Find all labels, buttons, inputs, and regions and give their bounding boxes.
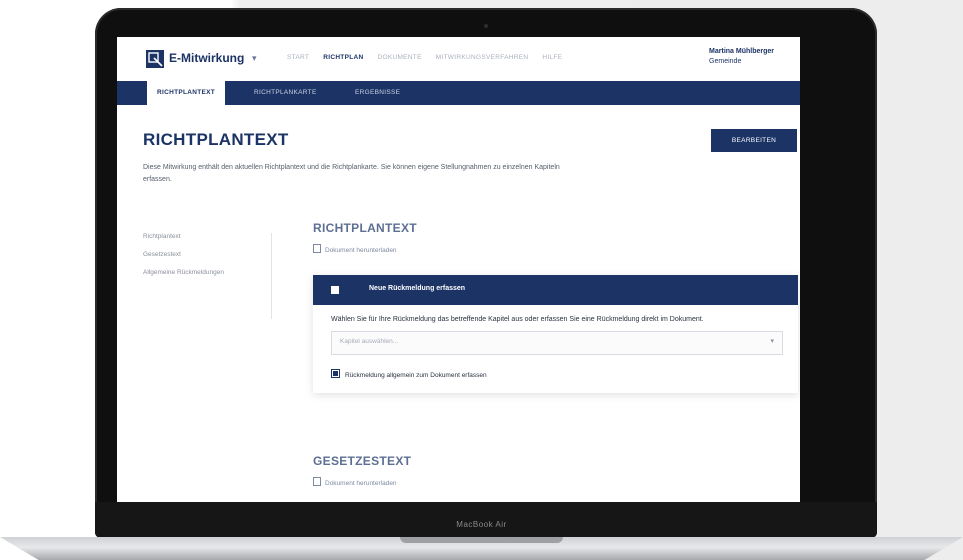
feedback-card: Neue Rückmeldung erfassen Wählen Sie für… [313, 275, 798, 393]
logo-icon[interactable] [146, 50, 164, 68]
general-feedback-checkbox[interactable]: Rückmeldung allgemein zum Dokument erfas… [331, 369, 487, 379]
document-icon [313, 477, 321, 486]
tab-richtplankarte[interactable]: RICHTPLANKARTE [254, 81, 317, 105]
download-link-richtplantext[interactable]: Dokument herunterladen [313, 244, 397, 254]
top-header: E-Mitwirkung ▾ START RICHTPLAN DOKUMENTE… [117, 37, 800, 81]
section-title-richtplantext: RICHTPLANTEXT [313, 221, 417, 235]
download-link-label: Dokument herunterladen [325, 247, 397, 254]
square-icon [331, 286, 339, 294]
intro-text: Diese Mitwirkung enthält den aktuellen R… [143, 164, 560, 183]
download-link-label: Dokument herunterladen [325, 480, 397, 487]
sidenav-item-richtplantext[interactable]: Richtplantext [143, 233, 271, 240]
camera-dot [484, 24, 488, 28]
tab-richtplantext[interactable]: RICHTPLANTEXT [147, 81, 226, 105]
user-menu[interactable]: Martina Mühlberger Gemeinde [709, 47, 774, 67]
sidenav-item-gesetzestext[interactable]: Gesetzestext [143, 251, 271, 258]
page-title: RICHTPLANTEXT [143, 130, 289, 149]
chevron-down-icon: ▾ [770, 338, 774, 345]
user-role: Gemeinde [709, 58, 742, 65]
nav-start[interactable]: START [287, 54, 309, 61]
side-navigation: Richtplantext Gesetzestext Allgemeine Rü… [143, 233, 272, 319]
app-logo-text[interactable]: E-Mitwirkung [169, 51, 244, 65]
sub-navigation: RICHTPLANTEXT RICHTPLANKARTE ERGEBNISSE [117, 81, 800, 105]
main-nav: START RICHTPLAN DOKUMENTE MITWIRKUNGSVER… [287, 54, 562, 61]
app-screen: E-Mitwirkung ▾ START RICHTPLAN DOKUMENTE… [117, 37, 800, 502]
feedback-question: Wählen Sie für Ihre Rückmeldung das betr… [331, 316, 704, 323]
nav-mitwirkungsverfahren[interactable]: MITWIRKUNGSVERFAHREN [436, 54, 529, 61]
checkbox-icon [331, 369, 340, 378]
nav-hilfe[interactable]: HILFE [542, 54, 562, 61]
sidenav-item-allgemeine-rueckmeldungen[interactable]: Allgemeine Rückmeldungen [143, 269, 271, 276]
nav-richtplan[interactable]: RICHTPLAN [323, 54, 363, 61]
section-title-gesetzestext: GESETZESTEXT [313, 454, 412, 468]
chevron-down-icon[interactable]: ▾ [252, 53, 257, 64]
chapter-select-placeholder: Kapitel auswählen... [340, 338, 399, 345]
edit-button[interactable]: BEARBEITEN [711, 129, 797, 152]
user-name: Martina Mühlberger [709, 48, 774, 55]
general-feedback-label: Rückmeldung allgemein zum Dokument erfas… [345, 372, 487, 379]
document-icon [313, 244, 321, 253]
nav-dokumente[interactable]: DOKUMENTE [377, 54, 421, 61]
download-link-gesetzestext[interactable]: Dokument herunterladen [313, 477, 397, 487]
feedback-card-header: Neue Rückmeldung erfassen [313, 275, 798, 305]
laptop-notch [400, 537, 563, 543]
chapter-select[interactable]: Kapitel auswählen... ▾ [331, 331, 783, 355]
tab-ergebnisse[interactable]: ERGEBNISSE [355, 81, 400, 105]
feedback-card-title: Neue Rückmeldung erfassen [369, 285, 466, 292]
device-brand-label: MacBook Air [456, 520, 507, 529]
